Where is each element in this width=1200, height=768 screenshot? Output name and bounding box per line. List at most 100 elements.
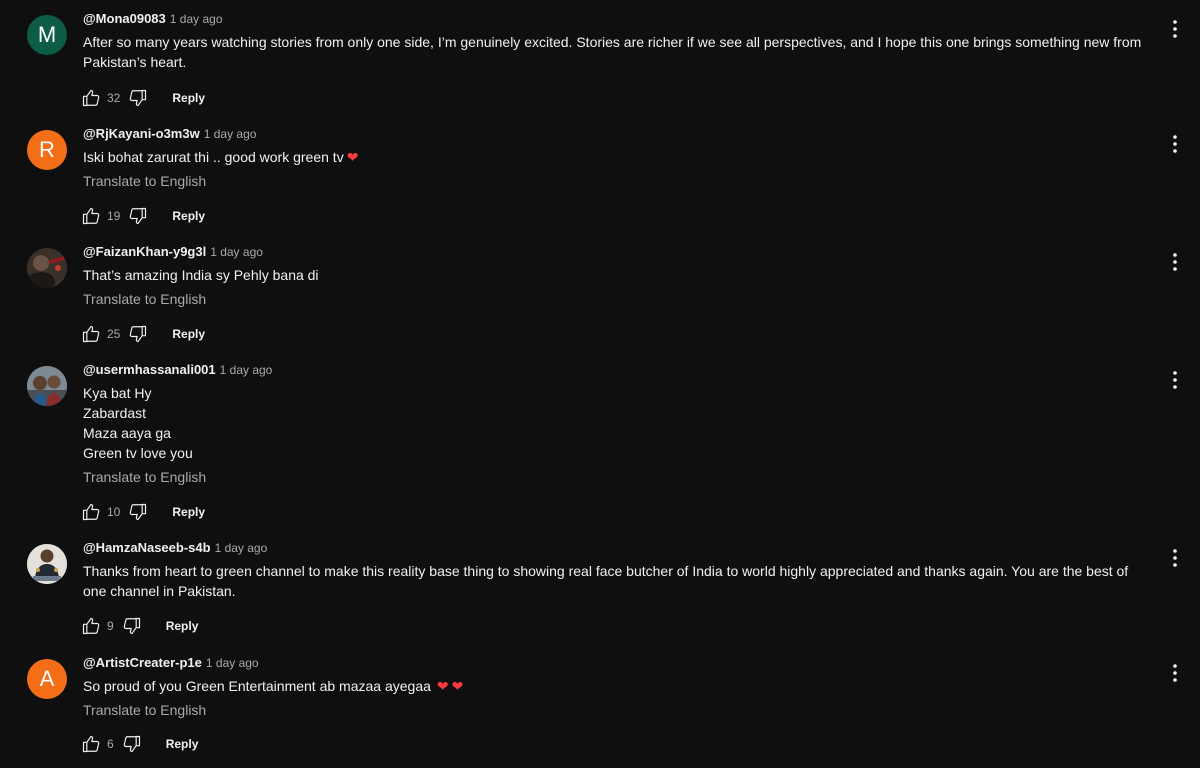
comment-time[interactable]: 1 day ago [215, 541, 268, 555]
thumbs-up-icon [82, 207, 100, 225]
comment-time[interactable]: 1 day ago [206, 656, 259, 670]
comment-text: That’s amazing India sy Pehly bana di Tr… [83, 265, 1153, 309]
like-button[interactable] [81, 205, 101, 227]
like-count: 19 [107, 209, 121, 223]
reply-button[interactable]: Reply [172, 327, 205, 341]
comment-line-text: So proud of you Green Entertainment ab m… [83, 678, 431, 694]
avatar[interactable] [27, 366, 67, 406]
thumbs-down-icon [130, 503, 147, 521]
avatar-photo [27, 544, 67, 584]
comment-line: So proud of you Green Entertainment ab m… [83, 676, 1153, 696]
dislike-button[interactable] [128, 205, 148, 227]
like-count: 32 [107, 91, 121, 105]
more-options-button[interactable] [1165, 132, 1185, 156]
author-name[interactable]: @FaizanKhan-y9g3l [83, 244, 206, 259]
like-button[interactable] [81, 87, 101, 109]
comment-header: @RjKayani-o3m3w 1 day ago [83, 125, 256, 143]
comment-actions: 32 Reply [81, 86, 205, 110]
dislike-button[interactable] [128, 87, 148, 109]
comment-line: Maza aaya ga [83, 425, 171, 441]
comment-actions: 9 Reply [81, 614, 198, 638]
translate-button[interactable]: Translate to English [83, 700, 206, 720]
avatar-photo [27, 248, 67, 288]
comment-line: Pakistan’s heart. [83, 54, 187, 70]
author-name[interactable]: @ArtistCreater-p1e [83, 655, 202, 670]
heart-emoji-icon: ❤ [451, 678, 464, 694]
avatar[interactable]: M [27, 15, 67, 55]
avatar[interactable]: A [27, 659, 67, 699]
comment-header: @ArtistCreater-p1e 1 day ago [83, 654, 259, 672]
dislike-button[interactable] [128, 501, 148, 523]
comment-time[interactable]: 1 day ago [220, 363, 273, 377]
avatar[interactable] [27, 248, 67, 288]
author-name[interactable]: @HamzaNaseeb-s4b [83, 540, 211, 555]
translate-button[interactable]: Translate to English [83, 289, 206, 309]
avatar-letter: A [39, 666, 55, 691]
like-button[interactable] [81, 615, 101, 637]
heart-emoji-icon: ❤ [346, 149, 359, 165]
like-count: 10 [107, 505, 121, 519]
more-vert-icon [1173, 549, 1177, 567]
comment-header: @Mona09083 1 day ago [83, 10, 223, 28]
comment-line: Green tv love you [83, 445, 193, 461]
dislike-button[interactable] [122, 615, 142, 637]
avatar[interactable]: R [27, 130, 67, 170]
reply-button[interactable]: Reply [172, 209, 205, 223]
comment-time[interactable]: 1 day ago [210, 245, 263, 259]
avatar-photo [27, 366, 67, 406]
comment-actions: 6 Reply [81, 732, 198, 756]
more-vert-icon [1173, 664, 1177, 682]
like-count: 25 [107, 327, 121, 341]
comment-text: Kya bat Hy Zabardast Maza aaya ga Green … [83, 383, 1153, 487]
comment-time[interactable]: 1 day ago [170, 12, 223, 26]
author-name[interactable]: @Mona09083 [83, 11, 166, 26]
comment-header: @HamzaNaseeb-s4b 1 day ago [83, 539, 267, 557]
more-vert-icon [1173, 371, 1177, 389]
like-button[interactable] [81, 323, 101, 345]
thumbs-up-icon [82, 325, 100, 343]
thumbs-down-icon [130, 207, 147, 225]
thumbs-up-icon [82, 89, 100, 107]
more-vert-icon [1173, 135, 1177, 153]
more-options-button[interactable] [1165, 250, 1185, 274]
translate-button[interactable]: Translate to English [83, 171, 206, 191]
like-button[interactable] [81, 501, 101, 523]
more-options-button[interactable] [1165, 17, 1185, 41]
author-name[interactable]: @RjKayani-o3m3w [83, 126, 200, 141]
more-options-button[interactable] [1165, 368, 1185, 392]
thumbs-down-icon [123, 735, 140, 753]
comment-text: Iski bohat zarurat thi .. good work gree… [83, 147, 1153, 191]
comment-header: @usermhassanali001 1 day ago [83, 361, 272, 379]
thumbs-down-icon [123, 617, 140, 635]
comment-line: Iski bohat zarurat thi .. good work gree… [83, 147, 1153, 167]
comment-line: That’s amazing India sy Pehly bana di [83, 267, 319, 283]
reply-button[interactable]: Reply [172, 505, 205, 519]
thumbs-down-icon [130, 89, 147, 107]
comment-actions: 25 Reply [81, 322, 205, 346]
thumbs-up-icon [82, 735, 100, 753]
comment-time[interactable]: 1 day ago [204, 127, 257, 141]
like-button[interactable] [81, 733, 101, 755]
translate-button[interactable]: Translate to English [83, 467, 206, 487]
comment-actions: 10 Reply [81, 500, 205, 524]
reply-button[interactable]: Reply [172, 91, 205, 105]
author-name[interactable]: @usermhassanali001 [83, 362, 216, 377]
avatar-letter: M [37, 22, 57, 47]
comment-line: Zabardast [83, 405, 147, 421]
comment-line: Thanks from heart to green channel to ma… [83, 563, 1129, 579]
comment-text: Thanks from heart to green channel to ma… [83, 561, 1153, 601]
more-options-button[interactable] [1165, 546, 1185, 570]
reply-button[interactable]: Reply [166, 619, 199, 633]
comment-text: So proud of you Green Entertainment ab m… [83, 676, 1153, 720]
comment-line-text: Iski bohat zarurat thi .. good work gree… [83, 149, 344, 165]
avatar[interactable] [27, 544, 67, 584]
more-vert-icon [1173, 20, 1177, 38]
dislike-button[interactable] [122, 733, 142, 755]
reply-button[interactable]: Reply [166, 737, 199, 751]
comment-line: Kya bat Hy [83, 385, 152, 401]
more-options-button[interactable] [1165, 661, 1185, 685]
thumbs-down-icon [130, 325, 147, 343]
thumbs-up-icon [82, 617, 100, 635]
dislike-button[interactable] [128, 323, 148, 345]
comment-text: After so many years watching stories fro… [83, 32, 1153, 72]
